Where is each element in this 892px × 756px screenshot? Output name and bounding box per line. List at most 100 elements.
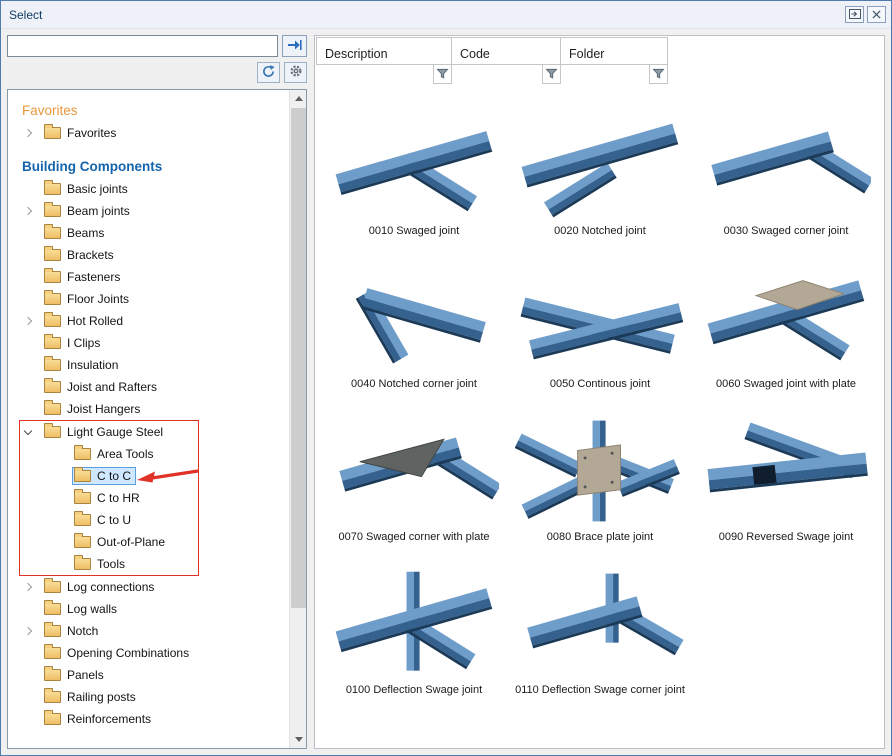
tree-item-floor-joints[interactable]: Floor Joints bbox=[22, 288, 284, 310]
tree-item-box: Hot Rolled bbox=[42, 312, 128, 330]
tree-item-label: Favorites bbox=[67, 126, 116, 140]
column-header-folder[interactable]: Folder bbox=[560, 37, 668, 65]
search-input[interactable] bbox=[7, 35, 278, 57]
brace-plate-thumbnail bbox=[515, 414, 685, 528]
refresh-button[interactable] bbox=[257, 62, 280, 83]
folder-icon bbox=[74, 448, 91, 460]
tree-item-hot-rolled[interactable]: Hot Rolled bbox=[22, 310, 284, 332]
tree-scrollbar[interactable] bbox=[289, 90, 306, 748]
filter-icon[interactable] bbox=[542, 65, 561, 84]
scroll-down-icon[interactable] bbox=[290, 731, 307, 748]
tree-item-out-of-plane[interactable]: Out-of-Plane bbox=[22, 531, 198, 553]
chevron-spacer bbox=[22, 601, 42, 617]
chevron-spacer bbox=[22, 269, 42, 285]
chevron-spacer bbox=[52, 534, 72, 550]
component-item-0070-swaged-corner-with-plate[interactable]: 0070 Swaged corner with plate bbox=[321, 396, 507, 549]
tree-item-insulation[interactable]: Insulation bbox=[22, 354, 284, 376]
scrollbar-thumb[interactable] bbox=[291, 108, 306, 608]
settings-button[interactable] bbox=[284, 62, 307, 83]
tree-item-tools[interactable]: Tools bbox=[22, 553, 198, 575]
tree-item-log-walls[interactable]: Log walls bbox=[22, 598, 284, 620]
filter-icon[interactable] bbox=[433, 65, 452, 84]
tree-item-c-to-c[interactable]: C to C bbox=[22, 465, 198, 487]
pin-icon bbox=[849, 7, 861, 22]
column-header-description[interactable]: Description bbox=[316, 37, 452, 65]
chevron-right-icon[interactable] bbox=[22, 313, 42, 329]
component-item-0060-swaged-joint-with-plate[interactable]: 0060 Swaged joint with plate bbox=[693, 243, 879, 396]
component-panel: DescriptionCodeFolder 0010 Swaged joint0… bbox=[314, 35, 885, 749]
column-header-code[interactable]: Code bbox=[451, 37, 561, 65]
component-item-0110-deflection-swage-corner-joint[interactable]: 0110 Deflection Swage corner joint bbox=[507, 549, 693, 702]
tree-item-i-clips[interactable]: I Clips bbox=[22, 332, 284, 354]
tree-item-label: Railing posts bbox=[67, 690, 136, 704]
column-folder: Folder bbox=[560, 37, 668, 84]
chevron-right-icon[interactable] bbox=[22, 579, 42, 595]
tree-item-c-to-u[interactable]: C to U bbox=[22, 509, 198, 531]
component-item-0080-brace-plate-joint[interactable]: 0080 Brace plate joint bbox=[507, 396, 693, 549]
folder-icon bbox=[44, 426, 61, 438]
tree-item-log-connections[interactable]: Log connections bbox=[22, 576, 284, 598]
scroll-up-icon[interactable] bbox=[290, 90, 307, 107]
folder-icon bbox=[74, 558, 91, 570]
chevron-right-icon[interactable] bbox=[22, 125, 42, 141]
column-headers: DescriptionCodeFolder bbox=[315, 36, 884, 84]
chevron-spacer bbox=[22, 247, 42, 263]
search-go-button[interactable] bbox=[282, 35, 307, 57]
titlebar[interactable]: Select bbox=[1, 1, 891, 29]
component-item-0090-reversed-swage-joint[interactable]: 0090 Reversed Swage joint bbox=[693, 396, 879, 549]
tree-item-label: C to C bbox=[97, 469, 131, 483]
close-button[interactable] bbox=[867, 6, 886, 23]
tree-item-beams[interactable]: Beams bbox=[22, 222, 284, 244]
component-label: 0040 Notched corner joint bbox=[351, 378, 477, 390]
component-label: 0060 Swaged joint with plate bbox=[716, 378, 856, 390]
tree-item-label: Joist Hangers bbox=[67, 402, 140, 416]
tree-item-joist-and-rafters[interactable]: Joist and Rafters bbox=[22, 376, 284, 398]
tree-item-light-gauge-steel[interactable]: Light Gauge Steel bbox=[22, 421, 198, 443]
component-label: 0090 Reversed Swage joint bbox=[719, 531, 854, 543]
column-code: Code bbox=[451, 37, 561, 84]
tree-item-opening-combinations[interactable]: Opening Combinations bbox=[22, 642, 284, 664]
filter-icon[interactable] bbox=[649, 65, 668, 84]
chevron-spacer bbox=[22, 357, 42, 373]
tree-item-fasteners[interactable]: Fasteners bbox=[22, 266, 284, 288]
tee-thumbnail bbox=[329, 108, 499, 222]
tree-item-label: Joist and Rafters bbox=[67, 380, 157, 394]
tree-item-box: Joist Hangers bbox=[42, 400, 145, 418]
component-item-0010-swaged-joint[interactable]: 0010 Swaged joint bbox=[321, 90, 507, 243]
chevron-spacer bbox=[22, 645, 42, 661]
tree-item-brackets[interactable]: Brackets bbox=[22, 244, 284, 266]
tree-item-box: Light Gauge Steel bbox=[42, 423, 168, 441]
folder-icon bbox=[44, 647, 61, 659]
tree-item-box: Fasteners bbox=[42, 268, 125, 286]
component-label: 0080 Brace plate joint bbox=[547, 531, 653, 543]
folder-icon bbox=[44, 691, 61, 703]
pin-button[interactable] bbox=[845, 6, 864, 23]
component-item-0100-deflection-swage-joint[interactable]: 0100 Deflection Swage joint bbox=[321, 549, 507, 702]
folder-icon bbox=[44, 625, 61, 637]
tree-item-joist-hangers[interactable]: Joist Hangers bbox=[22, 398, 284, 420]
chevron-down-icon[interactable] bbox=[22, 424, 42, 440]
component-item-0020-notched-joint[interactable]: 0020 Notched joint bbox=[507, 90, 693, 243]
tree-item-railing-posts[interactable]: Railing posts bbox=[22, 686, 284, 708]
tree-item-notch[interactable]: Notch bbox=[22, 620, 284, 642]
tree-item-area-tools[interactable]: Area Tools bbox=[22, 443, 198, 465]
chevron-right-icon[interactable] bbox=[22, 623, 42, 639]
tree-item-c-to-hr[interactable]: C to HR bbox=[22, 487, 198, 509]
tree-item-reinforcements[interactable]: Reinforcements bbox=[22, 708, 284, 730]
tree-item-panels[interactable]: Panels bbox=[22, 664, 284, 686]
tree-item-box: Joist and Rafters bbox=[42, 378, 162, 396]
tree-item-favorites[interactable]: Favorites bbox=[22, 122, 284, 144]
folder-icon bbox=[44, 403, 61, 415]
chevron-right-icon[interactable] bbox=[22, 203, 42, 219]
component-item-0040-notched-corner-joint[interactable]: 0040 Notched corner joint bbox=[321, 243, 507, 396]
tree-item-box: C to HR bbox=[72, 489, 145, 507]
tree-item-box: Reinforcements bbox=[42, 710, 156, 728]
tree-item-beam-joints[interactable]: Beam joints bbox=[22, 200, 284, 222]
highlight-red-box: Light Gauge Steel Area Tools C to C C to HR… bbox=[19, 420, 199, 576]
component-item-0050-continous-joint[interactable]: 0050 Continous joint bbox=[507, 243, 693, 396]
folder-icon bbox=[44, 359, 61, 371]
tree-item-box: C to U bbox=[72, 511, 136, 529]
component-item-0030-swaged-corner-joint[interactable]: 0030 Swaged corner joint bbox=[693, 90, 879, 243]
folder-icon bbox=[44, 127, 61, 139]
tree-item-basic-joints[interactable]: Basic joints bbox=[22, 178, 284, 200]
